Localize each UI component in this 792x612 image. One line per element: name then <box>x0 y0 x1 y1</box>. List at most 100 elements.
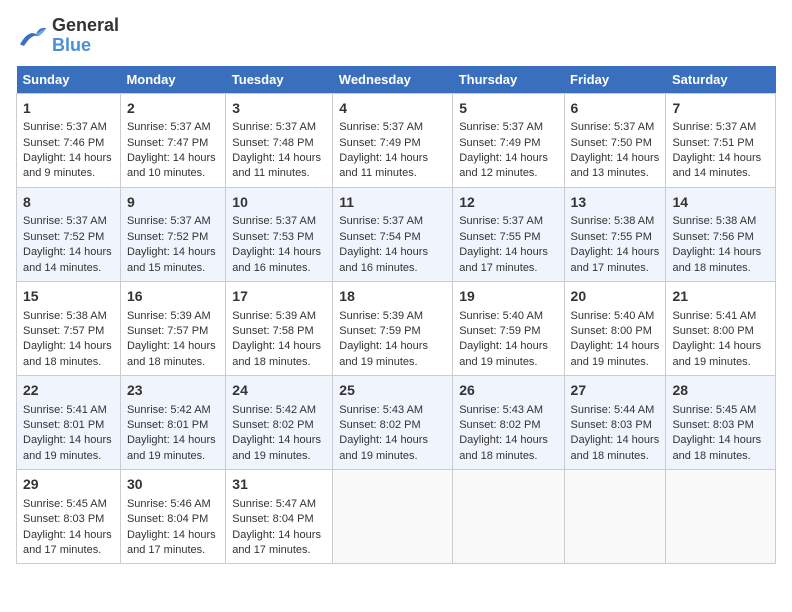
sunrise-text: Sunrise: 5:44 AM <box>571 403 660 418</box>
sunrise-text: Sunrise: 5:39 AM <box>127 309 219 324</box>
sunset-text: Sunset: 8:03 PM <box>571 418 660 433</box>
calendar-week-row: 8Sunrise: 5:37 AMSunset: 7:52 PMDaylight… <box>17 187 776 281</box>
calendar-cell: 13Sunrise: 5:38 AMSunset: 7:55 PMDayligh… <box>564 187 666 281</box>
day-number: 31 <box>232 475 326 495</box>
calendar-cell: 16Sunrise: 5:39 AMSunset: 7:57 PMDayligh… <box>120 281 225 375</box>
header-wednesday: Wednesday <box>333 66 453 94</box>
sunrise-text: Sunrise: 5:39 AM <box>232 309 326 324</box>
daylight-text: Daylight: 14 hours and 14 minutes. <box>23 245 114 276</box>
calendar-cell: 2Sunrise: 5:37 AMSunset: 7:47 PMDaylight… <box>120 93 225 187</box>
header-friday: Friday <box>564 66 666 94</box>
sunset-text: Sunset: 8:02 PM <box>232 418 326 433</box>
calendar-cell: 19Sunrise: 5:40 AMSunset: 7:59 PMDayligh… <box>453 281 564 375</box>
sunset-text: Sunset: 7:52 PM <box>127 230 219 245</box>
day-number: 30 <box>127 475 219 495</box>
daylight-text: Daylight: 14 hours and 17 minutes. <box>23 528 114 559</box>
daylight-text: Daylight: 14 hours and 18 minutes. <box>23 339 114 370</box>
sunset-text: Sunset: 7:57 PM <box>127 324 219 339</box>
daylight-text: Daylight: 14 hours and 15 minutes. <box>127 245 219 276</box>
daylight-text: Daylight: 14 hours and 19 minutes. <box>23 433 114 464</box>
sunset-text: Sunset: 8:01 PM <box>23 418 114 433</box>
calendar-cell: 3Sunrise: 5:37 AMSunset: 7:48 PMDaylight… <box>226 93 333 187</box>
logo-line1: General <box>52 16 119 36</box>
daylight-text: Daylight: 14 hours and 17 minutes. <box>459 245 557 276</box>
daylight-text: Daylight: 14 hours and 10 minutes. <box>127 151 219 182</box>
sunrise-text: Sunrise: 5:41 AM <box>672 309 769 324</box>
sunrise-text: Sunrise: 5:42 AM <box>127 403 219 418</box>
day-number: 12 <box>459 193 557 213</box>
calendar-week-row: 29Sunrise: 5:45 AMSunset: 8:03 PMDayligh… <box>17 470 776 564</box>
day-number: 1 <box>23 99 114 119</box>
daylight-text: Daylight: 14 hours and 18 minutes. <box>127 339 219 370</box>
day-number: 11 <box>339 193 446 213</box>
sunset-text: Sunset: 7:55 PM <box>571 230 660 245</box>
daylight-text: Daylight: 14 hours and 19 minutes. <box>672 339 769 370</box>
header-saturday: Saturday <box>666 66 776 94</box>
day-number: 4 <box>339 99 446 119</box>
calendar-cell: 21Sunrise: 5:41 AMSunset: 8:00 PMDayligh… <box>666 281 776 375</box>
calendar-cell: 25Sunrise: 5:43 AMSunset: 8:02 PMDayligh… <box>333 376 453 470</box>
day-number: 21 <box>672 287 769 307</box>
sunrise-text: Sunrise: 5:40 AM <box>459 309 557 324</box>
calendar-cell: 23Sunrise: 5:42 AMSunset: 8:01 PMDayligh… <box>120 376 225 470</box>
calendar-header-row: SundayMondayTuesdayWednesdayThursdayFrid… <box>17 66 776 94</box>
sunrise-text: Sunrise: 5:37 AM <box>127 120 219 135</box>
calendar-cell: 8Sunrise: 5:37 AMSunset: 7:52 PMDaylight… <box>17 187 121 281</box>
calendar-cell: 14Sunrise: 5:38 AMSunset: 7:56 PMDayligh… <box>666 187 776 281</box>
sunrise-text: Sunrise: 5:38 AM <box>571 214 660 229</box>
calendar-cell: 26Sunrise: 5:43 AMSunset: 8:02 PMDayligh… <box>453 376 564 470</box>
sunset-text: Sunset: 7:52 PM <box>23 230 114 245</box>
header-sunday: Sunday <box>17 66 121 94</box>
daylight-text: Daylight: 14 hours and 16 minutes. <box>232 245 326 276</box>
sunset-text: Sunset: 7:46 PM <box>23 136 114 151</box>
day-number: 3 <box>232 99 326 119</box>
header-tuesday: Tuesday <box>226 66 333 94</box>
sunrise-text: Sunrise: 5:37 AM <box>23 120 114 135</box>
daylight-text: Daylight: 14 hours and 18 minutes. <box>571 433 660 464</box>
daylight-text: Daylight: 14 hours and 17 minutes. <box>571 245 660 276</box>
sunset-text: Sunset: 8:03 PM <box>23 512 114 527</box>
daylight-text: Daylight: 14 hours and 12 minutes. <box>459 151 557 182</box>
calendar-week-row: 22Sunrise: 5:41 AMSunset: 8:01 PMDayligh… <box>17 376 776 470</box>
calendar-cell <box>564 470 666 564</box>
sunset-text: Sunset: 7:50 PM <box>571 136 660 151</box>
daylight-text: Daylight: 14 hours and 11 minutes. <box>232 151 326 182</box>
daylight-text: Daylight: 14 hours and 9 minutes. <box>23 151 114 182</box>
sunset-text: Sunset: 8:00 PM <box>571 324 660 339</box>
day-number: 20 <box>571 287 660 307</box>
calendar-cell: 22Sunrise: 5:41 AMSunset: 8:01 PMDayligh… <box>17 376 121 470</box>
day-number: 25 <box>339 381 446 401</box>
calendar-week-row: 1Sunrise: 5:37 AMSunset: 7:46 PMDaylight… <box>17 93 776 187</box>
sunset-text: Sunset: 7:59 PM <box>459 324 557 339</box>
sunrise-text: Sunrise: 5:43 AM <box>339 403 446 418</box>
header-monday: Monday <box>120 66 225 94</box>
calendar-week-row: 15Sunrise: 5:38 AMSunset: 7:57 PMDayligh… <box>17 281 776 375</box>
sunrise-text: Sunrise: 5:37 AM <box>459 214 557 229</box>
daylight-text: Daylight: 14 hours and 19 minutes. <box>339 433 446 464</box>
sunset-text: Sunset: 7:59 PM <box>339 324 446 339</box>
day-number: 19 <box>459 287 557 307</box>
logo-line2: Blue <box>52 36 119 56</box>
calendar-cell: 5Sunrise: 5:37 AMSunset: 7:49 PMDaylight… <box>453 93 564 187</box>
calendar-cell: 10Sunrise: 5:37 AMSunset: 7:53 PMDayligh… <box>226 187 333 281</box>
sunrise-text: Sunrise: 5:37 AM <box>571 120 660 135</box>
calendar-table: SundayMondayTuesdayWednesdayThursdayFrid… <box>16 66 776 565</box>
page-header: General Blue <box>16 16 776 56</box>
calendar-cell: 9Sunrise: 5:37 AMSunset: 7:52 PMDaylight… <box>120 187 225 281</box>
calendar-cell: 29Sunrise: 5:45 AMSunset: 8:03 PMDayligh… <box>17 470 121 564</box>
day-number: 8 <box>23 193 114 213</box>
header-thursday: Thursday <box>453 66 564 94</box>
daylight-text: Daylight: 14 hours and 19 minutes. <box>339 339 446 370</box>
sunset-text: Sunset: 7:51 PM <box>672 136 769 151</box>
day-number: 15 <box>23 287 114 307</box>
calendar-cell: 6Sunrise: 5:37 AMSunset: 7:50 PMDaylight… <box>564 93 666 187</box>
sunrise-text: Sunrise: 5:37 AM <box>232 120 326 135</box>
calendar-cell: 17Sunrise: 5:39 AMSunset: 7:58 PMDayligh… <box>226 281 333 375</box>
daylight-text: Daylight: 14 hours and 19 minutes. <box>571 339 660 370</box>
sunrise-text: Sunrise: 5:37 AM <box>232 214 326 229</box>
sunrise-text: Sunrise: 5:37 AM <box>339 214 446 229</box>
daylight-text: Daylight: 14 hours and 18 minutes. <box>459 433 557 464</box>
daylight-text: Daylight: 14 hours and 17 minutes. <box>127 528 219 559</box>
sunrise-text: Sunrise: 5:40 AM <box>571 309 660 324</box>
daylight-text: Daylight: 14 hours and 16 minutes. <box>339 245 446 276</box>
